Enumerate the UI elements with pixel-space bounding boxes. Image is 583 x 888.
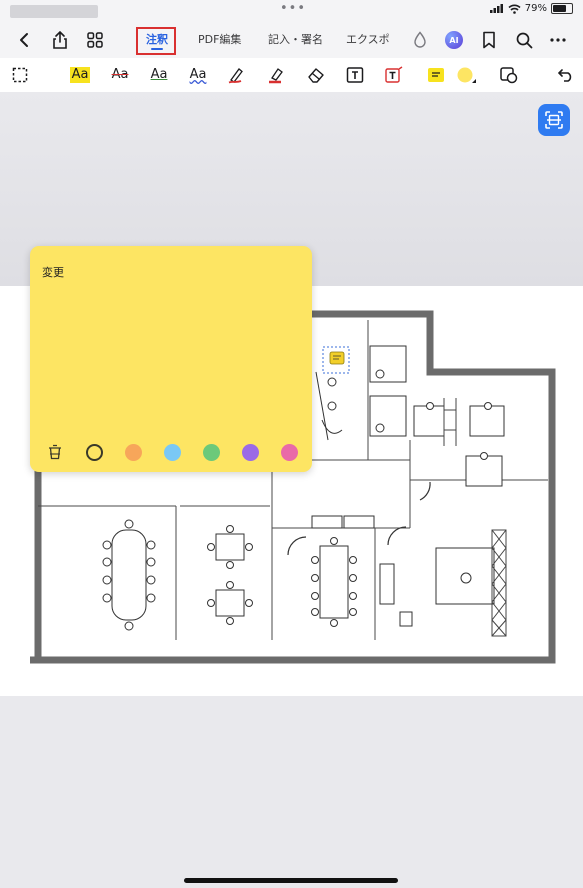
multitask-dots[interactable]: •••	[280, 1, 306, 16]
scan-icon	[545, 111, 563, 129]
pen-icon[interactable]	[224, 63, 250, 87]
top-navigation: 注釈 PDF編集 記入・署名 エクスポ AI	[0, 22, 583, 58]
color-swatch-blue[interactable]	[164, 443, 181, 461]
tab-fill-sign[interactable]: 記入・署名	[268, 31, 323, 47]
highlight-text-button[interactable]: Aa	[67, 63, 93, 87]
sticky-note-toolbar	[46, 442, 298, 462]
color-swatch-green[interactable]	[203, 443, 220, 461]
sticky-note-popup[interactable]: 変更	[30, 246, 312, 472]
underline-label: Aa	[150, 67, 168, 82]
scan-text-button[interactable]	[538, 104, 570, 136]
document-canvas-bottom	[0, 696, 583, 888]
home-indicator[interactable]	[184, 878, 398, 883]
highlighter-icon[interactable]	[264, 63, 290, 87]
status-time-redacted	[10, 5, 98, 18]
select-area-icon[interactable]	[7, 63, 33, 87]
battery-icon	[551, 3, 573, 14]
highlight-text-label: Aa	[69, 67, 91, 83]
text-callout-icon[interactable]	[381, 63, 407, 87]
undo-icon[interactable]	[553, 63, 579, 87]
signal-icon	[489, 4, 503, 13]
color-swatch-purple[interactable]	[242, 443, 259, 461]
color-swatch-yellow-selected[interactable]	[86, 443, 103, 461]
note-color-picker[interactable]	[453, 63, 479, 87]
status-bar: ••• 79%	[0, 0, 583, 22]
color-swatch-pink[interactable]	[281, 443, 298, 461]
wifi-icon	[508, 4, 521, 14]
color-swatch-orange[interactable]	[125, 443, 142, 461]
search-icon[interactable]	[512, 28, 536, 52]
delete-note-icon[interactable]	[46, 443, 64, 461]
annotation-toolbar: Aa Aa Aa Aa	[0, 58, 583, 146]
share-icon[interactable]	[48, 28, 72, 52]
bookmark-icon[interactable]	[477, 28, 501, 52]
squiggly-label: Aa	[189, 67, 207, 82]
battery-percent: 79%	[524, 3, 547, 14]
ai-icon[interactable]: AI	[442, 28, 466, 52]
squiggly-button[interactable]: Aa	[185, 63, 211, 87]
text-box-icon[interactable]	[342, 63, 368, 87]
strikethrough-button[interactable]: Aa	[107, 63, 133, 87]
ai-badge: AI	[445, 31, 463, 49]
sticky-note-text[interactable]: 変更	[42, 264, 64, 280]
eraser-icon[interactable]	[303, 63, 329, 87]
shape-icon[interactable]	[496, 63, 522, 87]
tab-pdf-edit[interactable]: PDF編集	[198, 31, 241, 47]
back-icon[interactable]	[12, 28, 36, 52]
droplet-icon[interactable]	[408, 28, 432, 52]
status-indicators: 79%	[489, 3, 573, 14]
more-icon[interactable]	[546, 28, 570, 52]
tab-export[interactable]: エクスポ	[346, 31, 390, 47]
underline-button[interactable]: Aa	[146, 63, 172, 87]
strikethrough-label: Aa	[111, 67, 129, 82]
tab-highlight-box	[136, 27, 176, 55]
grid-icon[interactable]	[83, 28, 107, 52]
sticky-note-icon[interactable]	[423, 63, 449, 87]
